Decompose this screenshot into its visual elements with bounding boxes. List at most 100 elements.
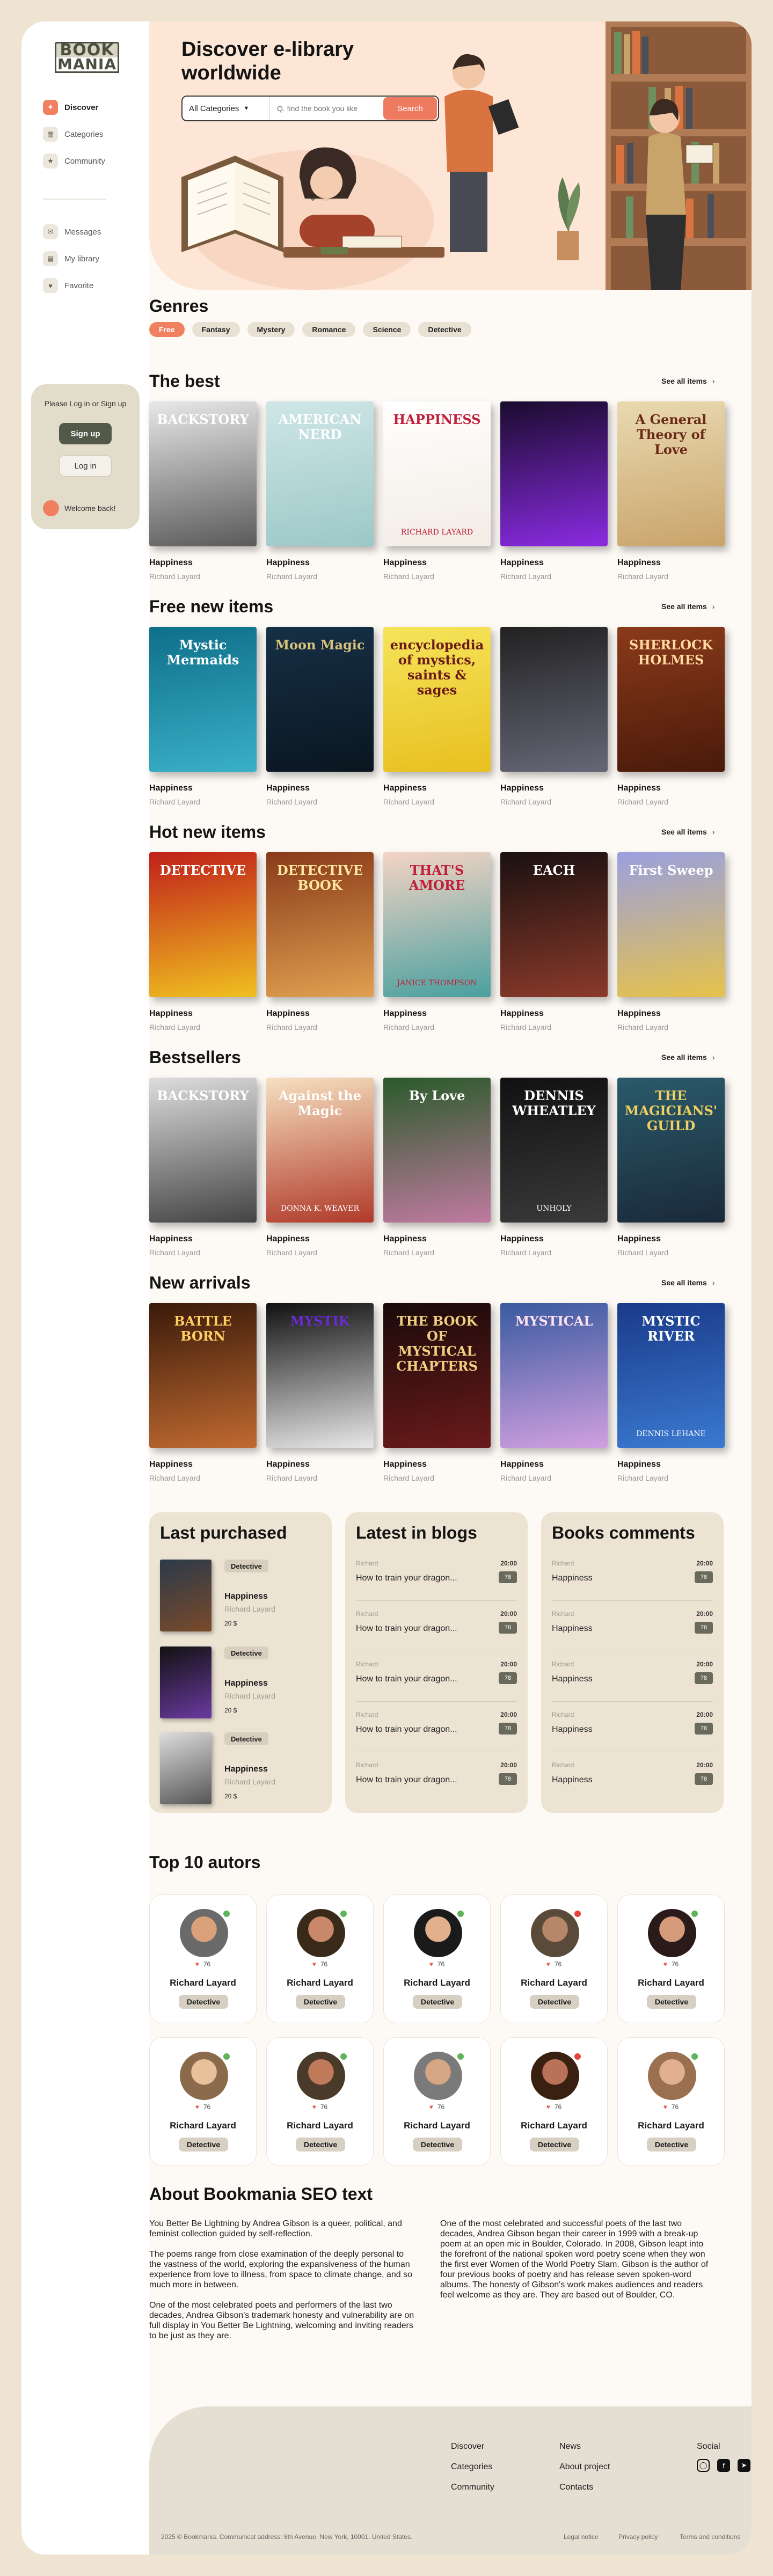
author-genre-tag: Detective xyxy=(179,1995,228,2009)
signup-button[interactable]: Sign up xyxy=(59,423,112,444)
genre-chip-science[interactable]: Science xyxy=(363,322,411,337)
purchased-item[interactable]: Detective Happiness Richard Layard 20 $ xyxy=(160,1732,321,1807)
purchased-item[interactable]: Detective Happiness Richard Layard 20 $ xyxy=(160,1560,321,1635)
see-all-link[interactable]: See all items › xyxy=(661,377,715,385)
blog-post[interactable]: Richard 20:00 How to train your dragon..… xyxy=(356,1761,517,1804)
book-card[interactable]: DENNIS WHEATLEY UNHOLY Happiness Richard… xyxy=(500,1078,608,1260)
cover-title: By Love xyxy=(409,1088,465,1103)
book-cover: MYSTICAL xyxy=(500,1303,608,1448)
author-card[interactable]: ♥ 76 Richard Layard Detective xyxy=(383,1894,491,2023)
book-comment-user: Richard xyxy=(552,1761,574,1769)
see-all-link[interactable]: See all items › xyxy=(661,828,715,836)
search-input[interactable] xyxy=(269,97,383,120)
book-comment[interactable]: Richard 20:00 Happiness 78 xyxy=(552,1610,713,1653)
book-card[interactable]: First Sweep Happiness Richard Layard xyxy=(617,852,725,1035)
book-author: Richard Layard xyxy=(266,572,317,581)
book-card[interactable]: MYSTICAL Happiness Richard Layard xyxy=(500,1303,608,1485)
welcome-text: Welcome back! xyxy=(64,504,116,513)
facebook-icon[interactable]: f xyxy=(717,2459,730,2472)
author-card[interactable]: ♥ 76 Richard Layard Detective xyxy=(617,2037,725,2166)
author-card[interactable]: ♥ 76 Richard Layard Detective xyxy=(500,2037,608,2166)
purchased-item[interactable]: Detective Happiness Richard Layard 20 $ xyxy=(160,1646,321,1722)
footer-link-news[interactable]: News xyxy=(559,2442,581,2451)
heart-icon: ♥ xyxy=(663,1960,667,1968)
book-card[interactable]: BACKSTORY Happiness Richard Layard xyxy=(149,401,257,584)
book-card[interactable]: encyclopedia of mystics, saints & sages … xyxy=(383,627,491,809)
footer-link-about[interactable]: About project xyxy=(559,2462,610,2472)
blog-post[interactable]: Richard 20:00 How to train your dragon..… xyxy=(356,1711,517,1754)
blog-post[interactable]: Richard 20:00 How to train your dragon..… xyxy=(356,1560,517,1602)
book-card[interactable]: Happiness Richard Layard xyxy=(500,401,608,584)
book-card[interactable]: Mystic Mermaids Happiness Richard Layard xyxy=(149,627,257,809)
blog-post[interactable]: Richard 20:00 How to train your dragon..… xyxy=(356,1610,517,1653)
instagram-icon[interactable]: ◯ xyxy=(697,2459,710,2472)
footer-link-terms[interactable]: Terms and conditions xyxy=(680,2533,740,2541)
blog-post[interactable]: Richard 20:00 How to train your dragon..… xyxy=(356,1660,517,1703)
sidebar-item-community[interactable]: ★ Community xyxy=(43,151,140,171)
sidebar-item-favorite[interactable]: ♥ Favorite xyxy=(43,276,140,295)
book-card[interactable]: Moon Magic Happiness Richard Layard xyxy=(266,627,374,809)
book-card[interactable]: HAPPINESS RICHARD LAYARD Happiness Richa… xyxy=(383,401,491,584)
author-card[interactable]: ♥ 76 Richard Layard Detective xyxy=(266,2037,374,2166)
author-card[interactable]: ♥ 76 Richard Layard Detective xyxy=(149,2037,257,2166)
book-card[interactable]: THAT'S AMORE JANICE THOMPSON Happiness R… xyxy=(383,852,491,1035)
purchased-cover xyxy=(160,1646,212,1718)
telegram-icon[interactable]: ➤ xyxy=(738,2459,750,2472)
author-card[interactable]: ♥ 76 Richard Layard Detective xyxy=(149,1894,257,2023)
sidebar-item-messages[interactable]: ✉ Messages xyxy=(43,222,140,241)
see-all-link[interactable]: See all items › xyxy=(661,1278,715,1287)
book-card[interactable]: Happiness Richard Layard xyxy=(500,627,608,809)
book-card[interactable]: EACH Happiness Richard Layard xyxy=(500,852,608,1035)
book-comment[interactable]: Richard 20:00 Happiness 78 xyxy=(552,1711,713,1754)
author-card[interactable]: ♥ 76 Richard Layard Detective xyxy=(266,1894,374,2023)
book-card[interactable]: THE BOOK OF MYSTICAL CHAPTERS Happiness … xyxy=(383,1303,491,1485)
book-card[interactable]: BACKSTORY Happiness Richard Layard xyxy=(149,1078,257,1260)
footer-link-contacts[interactable]: Contacts xyxy=(559,2483,593,2492)
footer-link-community[interactable]: Community xyxy=(451,2483,494,2492)
footer-link-legal[interactable]: Legal notice xyxy=(564,2533,599,2541)
category-select[interactable]: All Categories ▼ xyxy=(183,97,269,120)
footer-link-privacy[interactable]: Privacy policy xyxy=(618,2533,658,2541)
book-card[interactable]: MYSTIC RIVER DENNIS LEHANE Happiness Ric… xyxy=(617,1303,725,1485)
welcome-row[interactable]: Welcome back! xyxy=(43,500,115,516)
book-card[interactable]: A General Theory of Love Happiness Richa… xyxy=(617,401,725,584)
author-card[interactable]: ♥ 76 Richard Layard Detective xyxy=(383,2037,491,2166)
sidebar-item-discover[interactable]: ✦ Discover xyxy=(43,98,140,117)
sidebar-item-label: My library xyxy=(64,254,100,264)
book-comment[interactable]: Richard 20:00 Happiness 78 xyxy=(552,1761,713,1804)
search-button[interactable]: Search xyxy=(383,97,437,120)
genre-chip-mystery[interactable]: Mystery xyxy=(247,322,295,337)
author-card[interactable]: ♥ 76 Richard Layard Detective xyxy=(500,1894,608,2023)
genre-chips: Free Fantasy Mystery Romance Science Det… xyxy=(149,322,479,337)
sidebar-item-my-library[interactable]: ▤ My library xyxy=(43,249,140,268)
author-likes: ♥ 76 xyxy=(384,2103,490,2111)
sidebar-item-categories[interactable]: ▦ Categories xyxy=(43,125,140,144)
book-title: Happiness xyxy=(383,1234,427,1243)
book-card[interactable]: AMERICAN NERD Happiness Richard Layard xyxy=(266,401,374,584)
book-comment-time: 20:00 xyxy=(696,1560,713,1567)
genre-chip-detective[interactable]: Detective xyxy=(418,322,471,337)
book-card[interactable]: SHERLOCK HOLMES Happiness Richard Layard xyxy=(617,627,725,809)
book-card[interactable]: THE MAGICIANS' GUILD Happiness Richard L… xyxy=(617,1078,725,1260)
footer-link-discover[interactable]: Discover xyxy=(451,2442,484,2451)
genre-chip-fantasy[interactable]: Fantasy xyxy=(192,322,240,337)
book-comment[interactable]: Richard 20:00 Happiness 78 xyxy=(552,1560,713,1602)
book-card[interactable]: DETECTIVE BOOK Happiness Richard Layard xyxy=(266,852,374,1035)
footer-link-categories[interactable]: Categories xyxy=(451,2462,492,2472)
book-comment[interactable]: Richard 20:00 Happiness 78 xyxy=(552,1660,713,1703)
book-card[interactable]: DETECTIVE Happiness Richard Layard xyxy=(149,852,257,1035)
book-card[interactable]: BATTLE BORN Happiness Richard Layard xyxy=(149,1303,257,1485)
book-card[interactable]: Against the Magic DONNA K. WEAVER Happin… xyxy=(266,1078,374,1260)
book-card[interactable]: MYSTIK Happiness Richard Layard xyxy=(266,1303,374,1485)
login-button[interactable]: Log in xyxy=(59,455,112,477)
genre-chip-romance[interactable]: Romance xyxy=(302,322,356,337)
author-card[interactable]: ♥ 76 Richard Layard Detective xyxy=(617,1894,725,2023)
search-bar: All Categories ▼ Search xyxy=(181,96,439,121)
see-all-link[interactable]: See all items › xyxy=(661,602,715,611)
logo[interactable]: BOOK MANIA xyxy=(55,42,119,73)
genre-chip-free[interactable]: Free xyxy=(149,322,185,337)
likes-count: 76 xyxy=(320,1960,328,1968)
see-all-link[interactable]: See all items › xyxy=(661,1053,715,1062)
book-cover: MYSTIK xyxy=(266,1303,374,1448)
book-card[interactable]: By Love Happiness Richard Layard xyxy=(383,1078,491,1260)
